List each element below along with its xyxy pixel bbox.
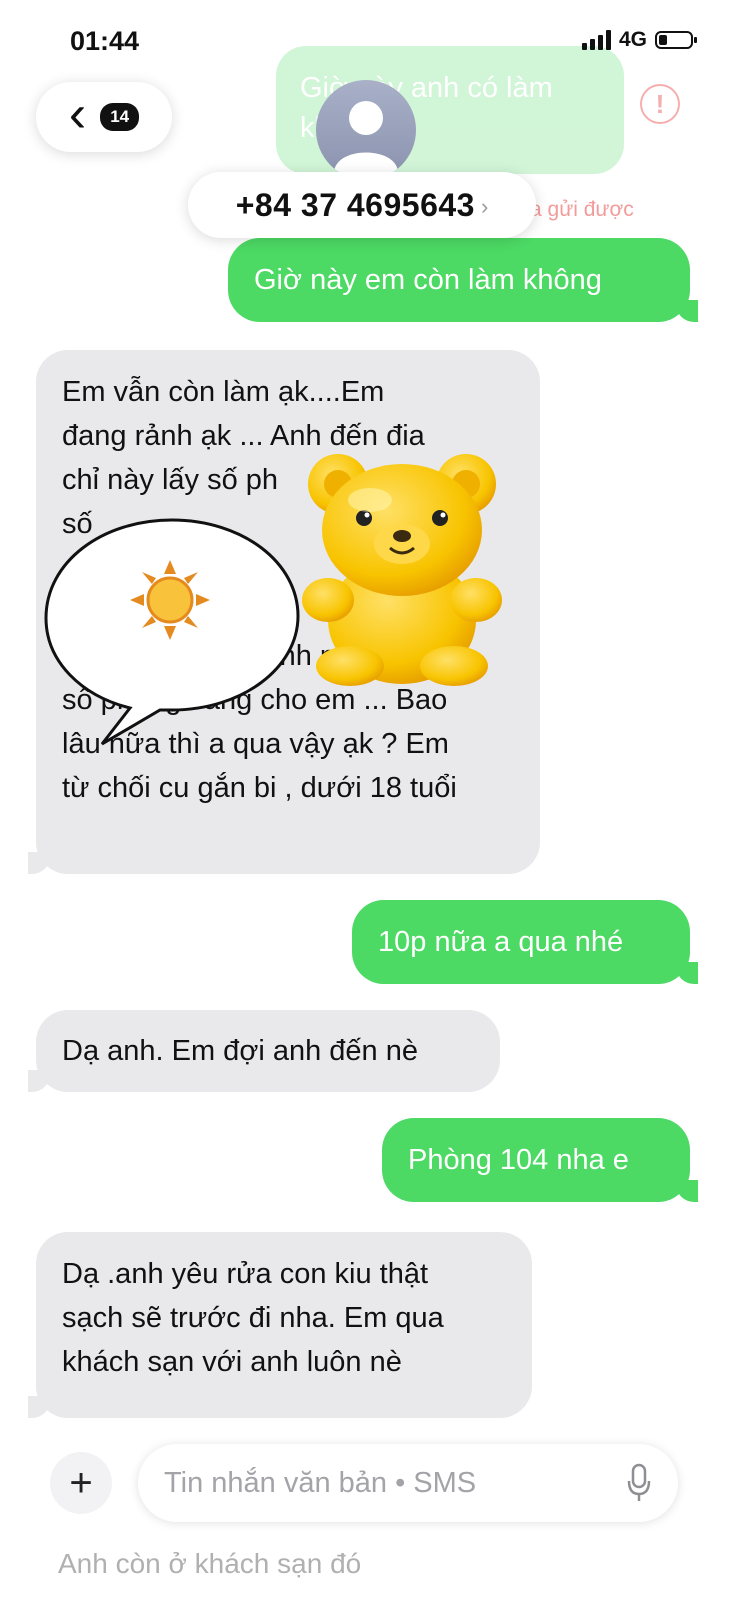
partially-hidden-message: Anh còn ở khách sạn đó [58,1548,362,1579]
contact-number: +84 37 4695643 [235,186,475,223]
message-text: Giờ này em còn làm không [254,264,602,296]
error-icon[interactable]: ! [640,84,680,124]
contact-header[interactable]: +84 37 4695643 › [188,172,536,238]
chevron-left-icon: ‹ [68,85,87,143]
received-message[interactable]: Dạ .anh yêu rửa con kiu thật sạch sẽ trư… [28,1232,532,1418]
contact-avatar[interactable] [316,80,416,180]
message-text: Phòng 104 nha e [408,1144,629,1176]
message-line: sạch sẽ trước đi nha. Em qua [62,1302,444,1334]
add-attachment-button[interactable]: + [50,1452,112,1514]
message-line: khách sạn với anh luôn nè [62,1346,402,1378]
bear-sticker [302,454,502,686]
sent-message[interactable]: Phòng 104 nha e [382,1118,698,1202]
status-indicators: 4G [581,28,697,52]
received-message[interactable]: Dạ anh. Em đợi anh đến nè [28,1010,500,1092]
person-icon [334,101,398,172]
status-time: 01:44 [70,26,140,56]
message-line: từ chối cu gắn bi , dưới 18 tuổi [62,772,457,804]
unread-count-badge: 14 [100,103,140,131]
sent-message[interactable]: Giờ này em còn làm không [228,238,698,322]
sun-icon [130,560,210,640]
message-line: Dạ .anh yêu rửa con kiu thật [62,1258,429,1290]
message-text: Dạ anh. Em đợi anh đến nè [62,1035,418,1067]
message-input[interactable]: Tin nhắn văn bản • SMS [138,1444,678,1522]
message-text: 10p nữa a qua nhé [378,926,624,958]
sun-speech-sticker [44,518,300,746]
status-bar: 01:44 4G [0,0,739,80]
plus-icon: + [69,1461,93,1505]
signal-icon [581,30,611,50]
network-type: 4G [618,28,647,51]
back-button[interactable]: ‹ 14 [36,82,172,152]
battery-icon [655,31,697,49]
microphone-icon[interactable] [626,1463,652,1503]
message-line: Em vẫn còn làm ạk....Em [62,376,385,408]
sent-message[interactable]: 10p nữa a qua nhé [352,900,698,984]
message-input-placeholder: Tin nhắn văn bản • SMS [164,1466,477,1499]
chevron-right-icon: › [480,194,489,219]
send-failed-text: a gửi được [530,198,634,221]
